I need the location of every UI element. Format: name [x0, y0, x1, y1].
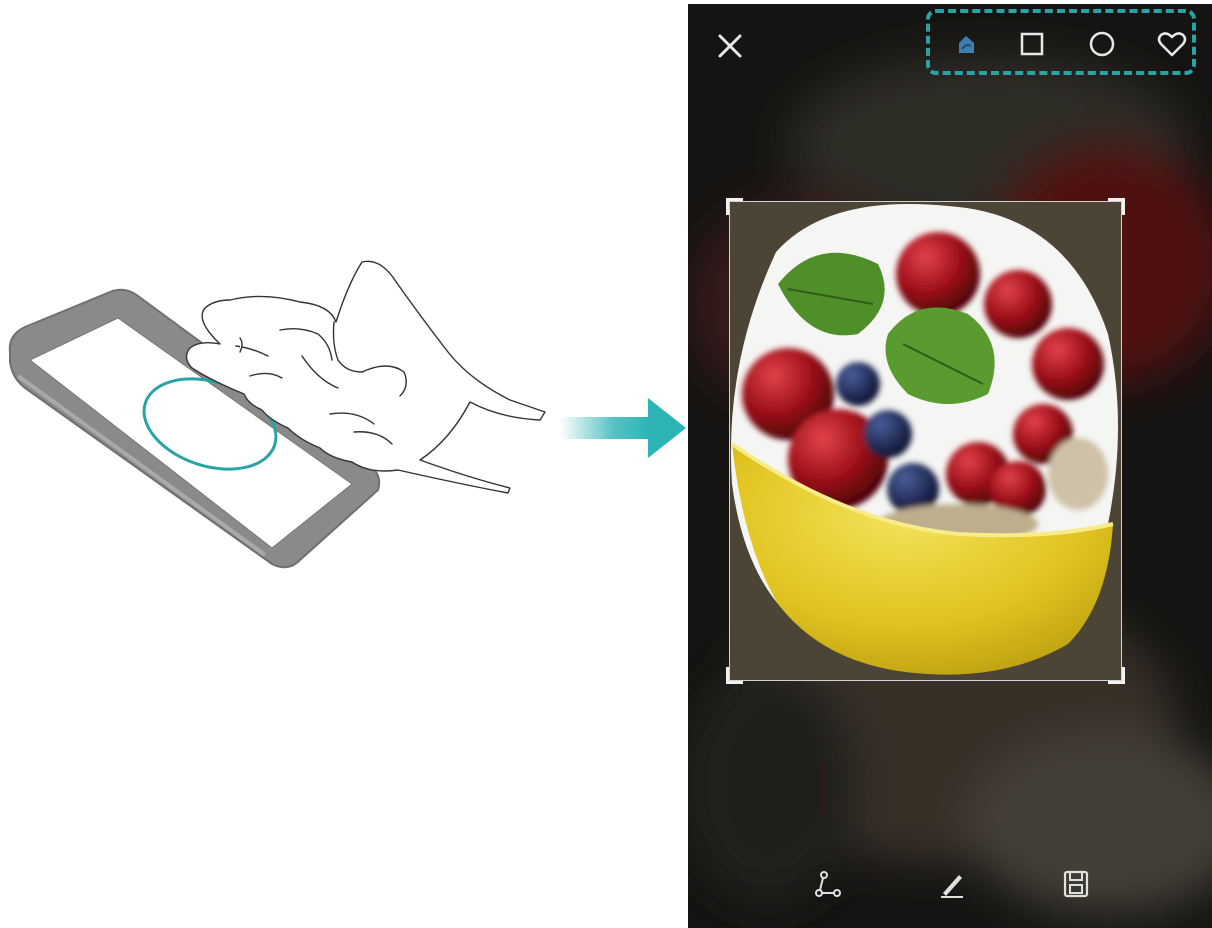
- edit-pen-icon: [941, 875, 963, 898]
- heart-shape-button[interactable]: [1152, 24, 1192, 64]
- share-icon: [815, 871, 841, 897]
- freeform-shape-button[interactable]: [946, 24, 986, 64]
- close-button[interactable]: [710, 26, 750, 66]
- save-button[interactable]: [1054, 862, 1098, 906]
- crop-handle-top-left[interactable]: [726, 198, 743, 215]
- arrow-right-icon: [560, 398, 686, 458]
- heart-shape-icon: [1157, 32, 1187, 57]
- edit-button[interactable]: [930, 862, 974, 906]
- knuckle-gesture-illustration: [8, 260, 686, 569]
- crop-handle-bottom-right[interactable]: [1108, 667, 1125, 684]
- save-icon: [1063, 870, 1089, 898]
- circle-shape-icon: [1089, 31, 1115, 57]
- screenshot-crop-screen: [688, 4, 1212, 928]
- close-icon: [718, 34, 742, 58]
- share-button[interactable]: [806, 862, 850, 906]
- square-shape-icon: [1020, 32, 1044, 56]
- circle-shape-button[interactable]: [1082, 24, 1122, 64]
- crop-frame[interactable]: [726, 198, 1125, 684]
- freeform-shape-icon: [959, 36, 974, 53]
- crop-handle-bottom-left[interactable]: [726, 667, 743, 684]
- square-shape-button[interactable]: [1012, 24, 1052, 64]
- gesture-illustration: [0, 0, 690, 928]
- crop-handle-top-right[interactable]: [1108, 198, 1125, 215]
